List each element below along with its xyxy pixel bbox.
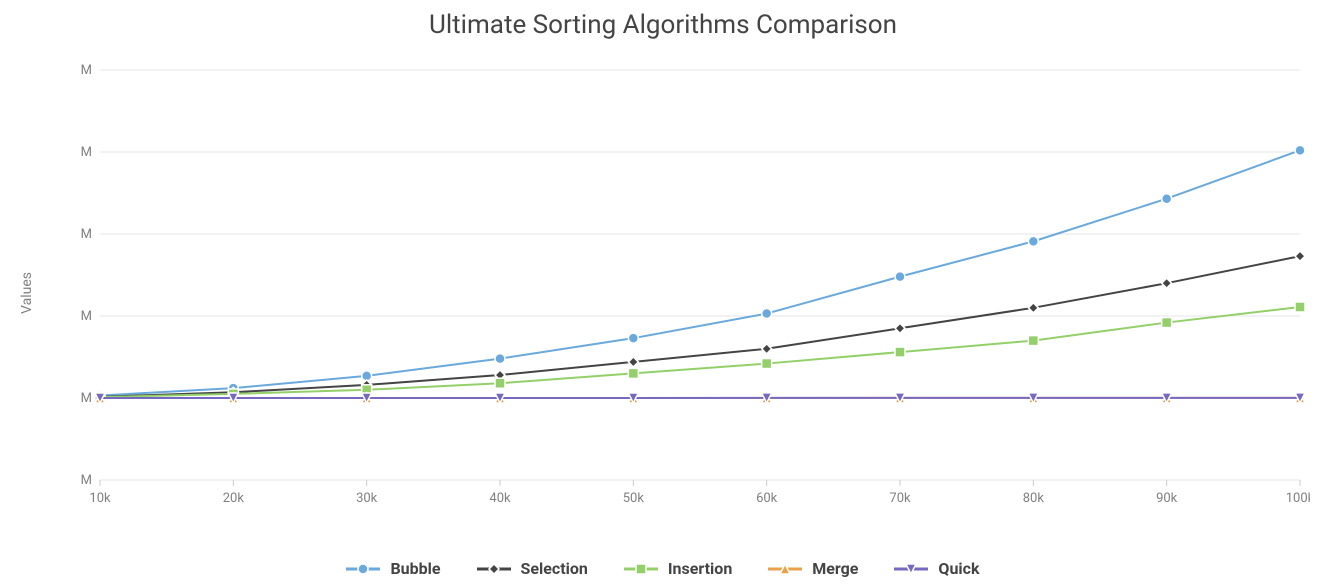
- y-tick-label: 20M: [80, 227, 92, 242]
- x-tick-label: 60k: [756, 491, 778, 506]
- x-tick-label: 90k: [1156, 491, 1178, 506]
- x-tick-label: 100k: [1286, 491, 1310, 506]
- legend: Bubble Selection Insertion Merge Quick: [0, 559, 1326, 578]
- y-axis-label: Values: [19, 272, 35, 314]
- x-tick-label: 50k: [623, 491, 645, 506]
- plot-area: -10M 0M 10M 20M 30M 40M 10k 20k 30k 40k 50k 60k 70k 8…: [80, 50, 1310, 520]
- legend-label: Quick: [938, 559, 979, 578]
- legend-swatch-icon: [894, 561, 928, 577]
- x-tick-label: 30k: [356, 491, 378, 506]
- legend-item-merge[interactable]: Merge: [768, 559, 858, 578]
- y-tick-label: 30M: [80, 145, 92, 160]
- legend-item-selection[interactable]: Selection: [477, 559, 588, 578]
- legend-label: Selection: [521, 559, 588, 578]
- y-tick-label: -10M: [80, 473, 92, 488]
- x-tick-label: 40k: [489, 491, 511, 506]
- x-tick-label: 10k: [89, 491, 111, 506]
- legend-swatch-icon: [624, 561, 658, 577]
- legend-label: Insertion: [668, 559, 732, 578]
- x-tick-label: 20k: [223, 491, 245, 506]
- legend-swatch-icon: [768, 561, 802, 577]
- y-tick-label: 0M: [80, 391, 92, 406]
- legend-swatch-icon: [346, 561, 380, 577]
- series-quick: [95, 393, 1305, 403]
- legend-label: Merge: [812, 559, 858, 578]
- legend-swatch-icon: [477, 561, 511, 577]
- chart-title: Ultimate Sorting Algorithms Comparison: [0, 10, 1326, 40]
- x-tick-label: 70k: [889, 491, 911, 506]
- chart-container: Ultimate Sorting Algorithms Comparison V…: [0, 0, 1326, 586]
- series-insertion: [95, 302, 1305, 402]
- legend-label: Bubble: [390, 559, 440, 578]
- legend-item-bubble[interactable]: Bubble: [346, 559, 440, 578]
- legend-item-insertion[interactable]: Insertion: [624, 559, 732, 578]
- y-tick-label: 40M: [80, 63, 92, 78]
- series-bubble: [95, 145, 1305, 400]
- legend-item-quick[interactable]: Quick: [894, 559, 979, 578]
- x-tick-label: 80k: [1023, 491, 1045, 506]
- y-tick-label: 10M: [80, 309, 92, 324]
